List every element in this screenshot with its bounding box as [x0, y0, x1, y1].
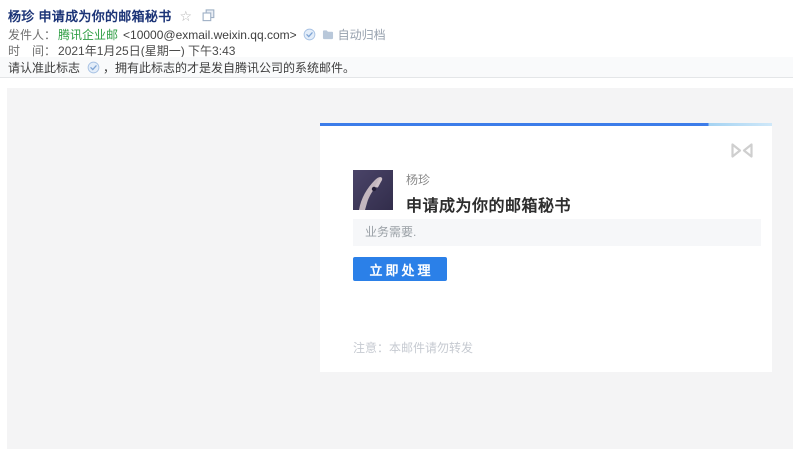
verified-badge-icon[interactable]	[303, 28, 316, 41]
open-in-new-window-icon[interactable]	[202, 9, 215, 22]
profile-text: 杨珍 申请成为你的邮箱秘书	[406, 170, 571, 216]
sender-address: <10000@exmail.weixin.qq.com>	[123, 28, 297, 42]
subject-row: 杨珍 申请成为你的邮箱秘书 ☆	[8, 6, 215, 25]
archive-folder-icon[interactable]	[322, 29, 334, 40]
notice-text-suffix: ，拥有此标志的才是发自腾讯公司的系统邮件。	[103, 59, 355, 76]
sender-label: 发件人：	[8, 26, 56, 43]
application-message: 业务需要.	[353, 219, 761, 246]
mail-content-area: 杨珍 申请成为你的邮箱秘书 业务需要. 立即处理 注意：本邮件请勿转发	[7, 88, 793, 449]
star-icon[interactable]: ☆	[180, 9, 193, 23]
sender-avatar-image	[353, 170, 393, 210]
card-accent-bar	[320, 123, 772, 126]
mail-read-view: 杨珍 申请成为你的邮箱秘书 ☆ 发件人： 腾讯企业邮 <10000@exmail…	[0, 0, 793, 449]
card-title: 申请成为你的邮箱秘书	[406, 192, 571, 216]
applicant-name: 杨珍	[406, 171, 571, 188]
sender-row: 发件人： 腾讯企业邮 <10000@exmail.weixin.qq.com> …	[8, 26, 386, 43]
handle-now-button[interactable]: 立即处理	[353, 257, 447, 281]
mail-card: 杨珍 申请成为你的邮箱秘书 业务需要. 立即处理 注意：本邮件请勿转发	[320, 123, 772, 372]
notice-text-prefix: 请认准此标志	[8, 59, 80, 76]
auto-archive-link[interactable]: 自动归档	[338, 26, 386, 43]
verified-notice-bar: 请认准此标志 ，拥有此标志的才是发自腾讯公司的系统邮件。	[0, 57, 793, 78]
exmail-bowtie-logo-icon	[730, 142, 754, 164]
sender-name[interactable]: 腾讯企业邮	[58, 26, 118, 43]
verified-badge-icon	[87, 61, 100, 74]
email-subject: 杨珍 申请成为你的邮箱秘书	[8, 6, 172, 25]
applicant-profile: 杨珍 申请成为你的邮箱秘书	[353, 170, 571, 216]
do-not-forward-note: 注意：本邮件请勿转发	[353, 339, 473, 356]
